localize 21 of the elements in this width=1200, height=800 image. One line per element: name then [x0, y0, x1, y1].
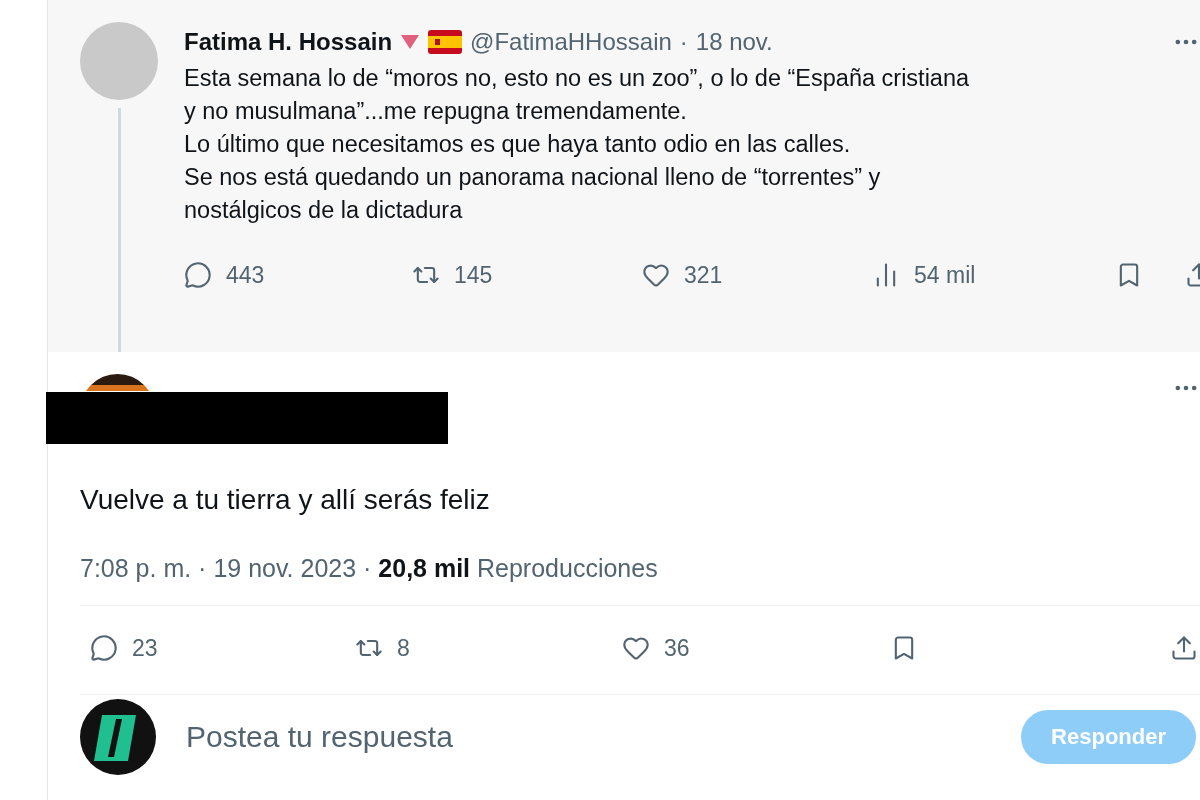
author-handle[interactable]: @FatimaHHossain [470, 28, 672, 56]
speech-bubble-icon[interactable] [184, 261, 212, 289]
tweet-meta: 7:08 p. m. · 19 nov. 2023 · 20,8 mil Reproducciones [80, 554, 659, 583]
tweet-text: Esta semana lo de “moros no, esto no es un zoo”, o lo de “España cristiana y no musulmana”...me repugna tremendamente. Lo último que necesitamos es que haya tanto odio en las calles. Se nos está quedando un panorama nacional lleno de “torrentes” y nostálgicos de la dictadura [184, 64, 971, 225]
action-count: 23 [132, 634, 158, 662]
action-count: 36 [664, 634, 690, 662]
separator: · [679, 28, 688, 56]
tweet-date[interactable]: 18 nov. [695, 28, 773, 56]
action-count: 8 [397, 634, 410, 662]
share-icon[interactable] [1170, 634, 1198, 662]
reply-input[interactable]: Postea tu respuesta [184, 719, 994, 755]
author-name[interactable]: Fatima H. Hossain [184, 28, 393, 56]
action-count: 54 mil [914, 261, 976, 289]
logo-avatar-drawing[interactable] [80, 699, 156, 775]
flag-icon [428, 30, 463, 54]
action-count: 145 [454, 261, 493, 289]
reply-text: Vuelve a tu tierra y allí serás feliz [80, 484, 491, 516]
speech-bubble-icon[interactable] [90, 634, 118, 662]
triangle-icon [400, 34, 421, 50]
action-count: 443 [226, 261, 265, 289]
action-count: 321 [684, 261, 723, 289]
